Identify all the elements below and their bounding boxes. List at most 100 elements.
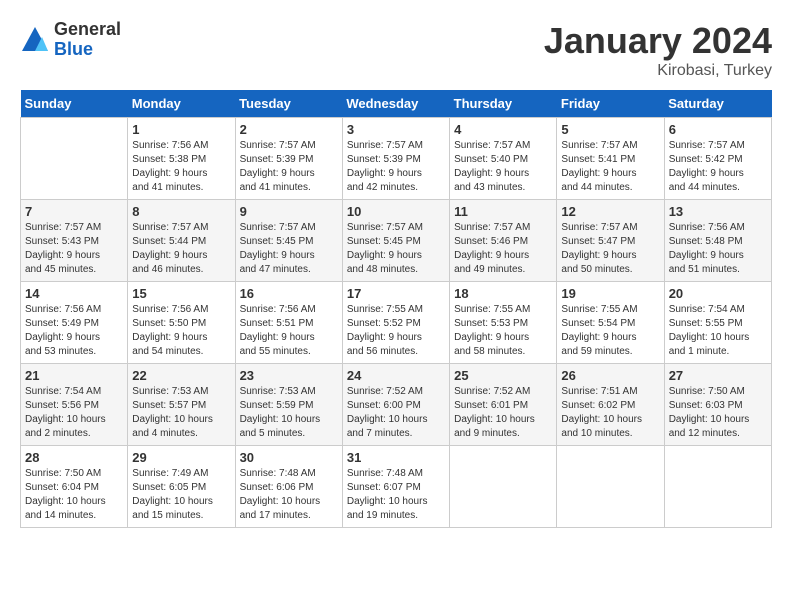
calendar-cell [21,118,128,200]
cell-content: Sunrise: 7:57 AM Sunset: 5:45 PM Dayligh… [347,221,445,277]
location-subtitle: Kirobasi, Turkey [544,62,772,80]
cell-content: Sunrise: 7:56 AM Sunset: 5:50 PM Dayligh… [132,303,230,359]
calendar-cell: 11 Sunrise: 7:57 AM Sunset: 5:46 PM Dayli… [450,200,557,282]
header-cell-sunday: Sunday [21,90,128,118]
calendar-table: SundayMondayTuesdayWednesdayThursdayFrid… [20,90,772,528]
day-number: 4 [454,122,552,137]
cell-content: Sunrise: 7:49 AM Sunset: 6:05 PM Dayligh… [132,467,230,523]
cell-content: Sunrise: 7:56 AM Sunset: 5:48 PM Dayligh… [669,221,767,277]
day-number: 22 [132,368,230,383]
day-number: 29 [132,450,230,465]
calendar-cell: 14Sunrise: 7:56 AM Sunset: 5:49 PM Dayli… [21,282,128,364]
day-number: 7 [25,204,123,219]
calendar-cell: 26 Sunrise: 7:51 AM Sunset: 6:02 PM Dayli… [557,364,664,446]
cell-content: Sunrise: 7:55 AM Sunset: 5:54 PM Dayligh… [561,303,659,359]
day-number: 10 [347,204,445,219]
cell-content: Sunrise: 7:56 AM Sunset: 5:38 PM Dayligh… [132,139,230,195]
day-number: 31 [347,450,445,465]
day-number: 24 [347,368,445,383]
header-cell-saturday: Saturday [664,90,771,118]
cell-content: Sunrise: 7:56 AM Sunset: 5:49 PM Dayligh… [25,303,123,359]
day-number: 21 [25,368,123,383]
header-cell-wednesday: Wednesday [342,90,449,118]
day-number: 18 [454,286,552,301]
day-number: 26 [561,368,659,383]
cell-content: Sunrise: 7:55 AM Sunset: 5:52 PM Dayligh… [347,303,445,359]
week-row-3: 14Sunrise: 7:56 AM Sunset: 5:49 PM Dayli… [21,282,772,364]
cell-content: Sunrise: 7:57 AM Sunset: 5:42 PM Dayligh… [669,139,767,195]
header-cell-tuesday: Tuesday [235,90,342,118]
calendar-cell: 7 Sunrise: 7:57 AM Sunset: 5:43 PM Daylig… [21,200,128,282]
calendar-cell: 31 Sunrise: 7:48 AM Sunset: 6:07 PM Dayli… [342,446,449,528]
cell-content: Sunrise: 7:57 AM Sunset: 5:46 PM Dayligh… [454,221,552,277]
cell-content: Sunrise: 7:57 AM Sunset: 5:47 PM Dayligh… [561,221,659,277]
calendar-cell: 17 Sunrise: 7:55 AM Sunset: 5:52 PM Dayli… [342,282,449,364]
calendar-cell: 30 Sunrise: 7:48 AM Sunset: 6:06 PM Dayli… [235,446,342,528]
calendar-cell [557,446,664,528]
week-row-5: 28 Sunrise: 7:50 AM Sunset: 6:04 PM Dayli… [21,446,772,528]
logo: General Blue [20,20,121,60]
header-cell-friday: Friday [557,90,664,118]
day-number: 17 [347,286,445,301]
cell-content: Sunrise: 7:53 AM Sunset: 5:59 PM Dayligh… [240,385,338,441]
day-number: 15 [132,286,230,301]
cell-content: Sunrise: 7:51 AM Sunset: 6:02 PM Dayligh… [561,385,659,441]
day-number: 12 [561,204,659,219]
calendar-cell: 23Sunrise: 7:53 AM Sunset: 5:59 PM Dayli… [235,364,342,446]
calendar-cell: 8 Sunrise: 7:57 AM Sunset: 5:44 PM Daylig… [128,200,235,282]
day-number: 27 [669,368,767,383]
day-number: 25 [454,368,552,383]
day-number: 28 [25,450,123,465]
calendar-cell: 9Sunrise: 7:57 AM Sunset: 5:45 PM Daylig… [235,200,342,282]
logo-text: General Blue [54,20,121,60]
logo-blue: Blue [54,40,121,60]
logo-general: General [54,20,121,40]
cell-content: Sunrise: 7:48 AM Sunset: 6:06 PM Dayligh… [240,467,338,523]
day-number: 30 [240,450,338,465]
cell-content: Sunrise: 7:57 AM Sunset: 5:43 PM Dayligh… [25,221,123,277]
day-number: 8 [132,204,230,219]
day-number: 16 [240,286,338,301]
cell-content: Sunrise: 7:54 AM Sunset: 5:55 PM Dayligh… [669,303,767,359]
day-number: 1 [132,122,230,137]
cell-content: Sunrise: 7:57 AM Sunset: 5:44 PM Dayligh… [132,221,230,277]
calendar-cell: 2Sunrise: 7:57 AM Sunset: 5:39 PM Daylig… [235,118,342,200]
calendar-cell: 22 Sunrise: 7:53 AM Sunset: 5:57 PM Dayli… [128,364,235,446]
day-number: 3 [347,122,445,137]
day-number: 6 [669,122,767,137]
cell-content: Sunrise: 7:55 AM Sunset: 5:53 PM Dayligh… [454,303,552,359]
calendar-cell: 12 Sunrise: 7:57 AM Sunset: 5:47 PM Dayli… [557,200,664,282]
calendar-cell [450,446,557,528]
day-number: 20 [669,286,767,301]
calendar-cell: 6 Sunrise: 7:57 AM Sunset: 5:42 PM Daylig… [664,118,771,200]
week-row-4: 21 Sunrise: 7:54 AM Sunset: 5:56 PM Dayli… [21,364,772,446]
calendar-cell: 10 Sunrise: 7:57 AM Sunset: 5:45 PM Dayli… [342,200,449,282]
cell-content: Sunrise: 7:53 AM Sunset: 5:57 PM Dayligh… [132,385,230,441]
calendar-cell: 20 Sunrise: 7:54 AM Sunset: 5:55 PM Dayli… [664,282,771,364]
cell-content: Sunrise: 7:52 AM Sunset: 6:00 PM Dayligh… [347,385,445,441]
calendar-cell: 3 Sunrise: 7:57 AM Sunset: 5:39 PM Daylig… [342,118,449,200]
calendar-cell: 16Sunrise: 7:56 AM Sunset: 5:51 PM Dayli… [235,282,342,364]
page-header: General Blue January 2024 Kirobasi, Turk… [20,20,772,80]
calendar-cell: 5Sunrise: 7:57 AM Sunset: 5:41 PM Daylig… [557,118,664,200]
calendar-cell: 13 Sunrise: 7:56 AM Sunset: 5:48 PM Dayli… [664,200,771,282]
cell-content: Sunrise: 7:57 AM Sunset: 5:39 PM Dayligh… [347,139,445,195]
header-cell-monday: Monday [128,90,235,118]
calendar-cell: 27 Sunrise: 7:50 AM Sunset: 6:03 PM Dayli… [664,364,771,446]
cell-content: Sunrise: 7:57 AM Sunset: 5:45 PM Dayligh… [240,221,338,277]
cell-content: Sunrise: 7:52 AM Sunset: 6:01 PM Dayligh… [454,385,552,441]
cell-content: Sunrise: 7:50 AM Sunset: 6:03 PM Dayligh… [669,385,767,441]
week-row-2: 7 Sunrise: 7:57 AM Sunset: 5:43 PM Daylig… [21,200,772,282]
day-number: 13 [669,204,767,219]
calendar-cell: 15 Sunrise: 7:56 AM Sunset: 5:50 PM Dayli… [128,282,235,364]
cell-content: Sunrise: 7:54 AM Sunset: 5:56 PM Dayligh… [25,385,123,441]
cell-content: Sunrise: 7:57 AM Sunset: 5:40 PM Dayligh… [454,139,552,195]
cell-content: Sunrise: 7:48 AM Sunset: 6:07 PM Dayligh… [347,467,445,523]
header-row: SundayMondayTuesdayWednesdayThursdayFrid… [21,90,772,118]
day-number: 11 [454,204,552,219]
title-block: January 2024 Kirobasi, Turkey [544,20,772,80]
day-number: 19 [561,286,659,301]
header-cell-thursday: Thursday [450,90,557,118]
calendar-cell: 28 Sunrise: 7:50 AM Sunset: 6:04 PM Dayli… [21,446,128,528]
cell-content: Sunrise: 7:50 AM Sunset: 6:04 PM Dayligh… [25,467,123,523]
